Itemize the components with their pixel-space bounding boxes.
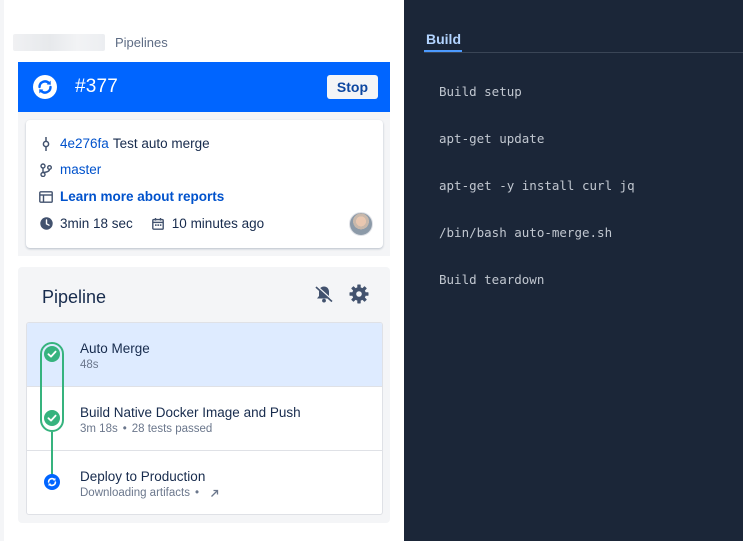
step-status-text: Downloading artifacts	[80, 487, 190, 499]
breadcrumb-pipelines-link[interactable]: Pipelines	[115, 35, 168, 50]
step-name: Build Native Docker Image and Push	[80, 405, 301, 420]
pipeline-steps-list: Auto Merge 48s Build Native Docker Image…	[26, 322, 383, 515]
log-command[interactable]: apt-get update	[439, 131, 544, 146]
log-command[interactable]: Build setup	[439, 84, 522, 99]
started-time-text: 10 minutes ago	[171, 216, 265, 231]
breadcrumb: Pipelines	[13, 33, 168, 51]
run-info-card: 4e276fa Test auto merge master Learn mor…	[26, 120, 383, 248]
external-link-icon[interactable]	[210, 489, 219, 498]
step-name: Auto Merge	[80, 341, 150, 356]
log-command[interactable]: Build teardown	[439, 272, 544, 287]
tab-divider	[424, 52, 743, 53]
check-circle-icon	[44, 410, 60, 426]
avatar[interactable]	[349, 212, 373, 236]
commit-message: Test auto merge	[112, 136, 210, 151]
calendar-icon	[151, 217, 165, 231]
gear-icon	[349, 284, 369, 304]
report-icon	[39, 190, 53, 204]
step-build-docker[interactable]: Build Native Docker Image and Push 3m 18…	[27, 387, 382, 451]
branch-row: master	[39, 162, 101, 177]
branch-icon	[39, 162, 53, 177]
run-number: #377	[75, 76, 119, 97]
step-details: 3m 18s • 28 tests passed	[80, 423, 212, 435]
stop-button[interactable]: Stop	[326, 75, 378, 99]
clock-icon	[39, 217, 53, 231]
pipeline-settings-button[interactable]	[347, 283, 371, 307]
check-circle-icon	[44, 346, 60, 362]
separator-dot: •	[122, 423, 127, 435]
pipeline-section: Pipeline Auto Merge 48s Build Native Doc…	[18, 267, 390, 523]
reports-row: Learn more about reports	[39, 189, 224, 204]
notification-settings-button[interactable]	[312, 283, 336, 307]
duration-text: 3min 18 sec	[60, 216, 133, 231]
branch-link[interactable]: master	[60, 162, 101, 177]
tab-build[interactable]: Build	[426, 31, 461, 47]
timing-row: 3min 18 sec 10 minutes ago	[39, 216, 264, 231]
log-command[interactable]: apt-get -y install curl jq	[439, 178, 635, 193]
run-info-section: 4e276fa Test auto merge master Learn mor…	[18, 112, 390, 256]
learn-reports-link[interactable]: Learn more about reports	[60, 189, 224, 204]
step-auto-merge[interactable]: Auto Merge 48s	[27, 323, 382, 387]
commit-icon	[39, 136, 53, 151]
left-panel: Pipelines #377 Stop 4e276fa Test auto me…	[0, 0, 404, 541]
commit-hash-link[interactable]: 4e276fa	[60, 136, 109, 151]
bell-icon	[315, 285, 334, 303]
step-connector	[51, 432, 53, 477]
step-tests[interactable]: 28 tests passed	[132, 423, 213, 435]
build-log-panel: Build Build setup apt-get update apt-get…	[404, 0, 743, 541]
redacted-repo-name	[13, 33, 105, 51]
in-progress-icon	[33, 75, 57, 99]
log-command[interactable]: /bin/bash auto-merge.sh	[439, 225, 612, 240]
step-duration: 3m 18s	[80, 423, 118, 435]
step-details: Downloading artifacts •	[80, 487, 219, 499]
run-header: #377 Stop	[18, 62, 390, 112]
step-duration: 48s	[80, 359, 99, 371]
in-progress-icon	[44, 474, 60, 490]
pipeline-title: Pipeline	[42, 287, 107, 307]
left-edge	[0, 0, 4, 541]
step-deploy-production[interactable]: Deploy to Production Downloading artifac…	[27, 451, 382, 514]
step-name: Deploy to Production	[80, 469, 206, 484]
separator-dot: •	[194, 487, 199, 499]
commit-row: 4e276fa Test auto merge	[39, 136, 210, 151]
